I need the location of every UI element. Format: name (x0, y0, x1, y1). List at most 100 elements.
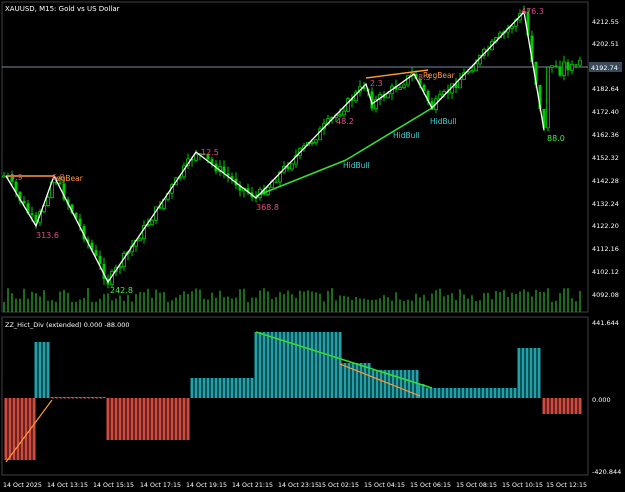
histogram-bar (8, 398, 12, 460)
histogram-bar (274, 332, 278, 398)
histogram-bar (473, 388, 477, 398)
price-tick: 4202.51 (592, 40, 619, 48)
histogram-bar (437, 388, 441, 398)
histogram-bar (162, 398, 166, 440)
chart-background (0, 0, 625, 492)
candle-body (150, 219, 154, 225)
price-tick: 4142.28 (592, 177, 619, 185)
chart-window[interactable]: XAUUSD, M15: Gold vs US Dollar 4212.55 4… (0, 0, 625, 492)
histogram-bar (554, 398, 558, 414)
histogram-bar (477, 388, 481, 398)
histogram-bar (363, 363, 367, 398)
histogram-bar (154, 398, 158, 440)
histogram-bar (330, 332, 334, 398)
histogram-bar (513, 388, 517, 398)
zz-label: 476.3 (521, 7, 544, 16)
zz-label: 88.0 (547, 134, 565, 143)
time-tick: 15 Oct 08:15 (456, 482, 497, 489)
histogram-bar (182, 398, 186, 440)
histogram-bar (246, 378, 250, 398)
time-tick: 14 Oct 21:15 (232, 482, 273, 489)
histogram-bar (266, 332, 270, 398)
price-tick: 4112.16 (592, 245, 619, 253)
time-tick: 15 Oct 12:15 (546, 482, 587, 489)
histogram-bar (126, 398, 130, 440)
histogram-bar (242, 378, 246, 398)
histogram-bar (314, 332, 318, 398)
symbol-title: XAUUSD, M15: Gold vs US Dollar (5, 5, 120, 13)
histogram-bar (461, 388, 465, 398)
histogram-bar (558, 398, 562, 414)
histogram-bar (318, 332, 322, 398)
candle-body (2, 175, 6, 178)
histogram-bar (290, 332, 294, 398)
time-tick: 14 Oct 13:15 (47, 482, 88, 489)
histogram-bar (501, 388, 505, 398)
histogram-bar (578, 398, 582, 414)
histogram-bar (310, 332, 314, 398)
histogram-bar (270, 332, 274, 398)
histogram-bar (130, 398, 134, 440)
histogram-bar (302, 332, 306, 398)
candle-body (570, 63, 574, 71)
histogram-bar (574, 398, 578, 414)
histogram-bar (32, 398, 36, 460)
histogram-bar (525, 348, 529, 398)
histogram-bar (198, 378, 202, 398)
price-tick: 4092.08 (592, 291, 619, 299)
zz-label: 5.9 (10, 173, 23, 182)
histogram-bar (4, 398, 8, 460)
histogram-bar (570, 398, 574, 414)
candle-body (562, 61, 566, 76)
histogram-bar (142, 398, 146, 440)
histogram-bar (371, 370, 375, 398)
candle-body (550, 65, 554, 68)
candle-body (402, 84, 406, 89)
zz-label: 12.5 (201, 148, 219, 157)
histogram-bar (433, 388, 437, 398)
time-tick: 15 Oct 02:15 (318, 482, 359, 489)
candle-body (138, 238, 142, 241)
histogram-bar (234, 378, 238, 398)
histogram-bar (453, 388, 457, 398)
histogram-bar (339, 363, 343, 398)
histogram-bar (20, 398, 24, 460)
histogram-bar (146, 398, 150, 440)
indicator-tick: 0.000 (592, 396, 611, 404)
histogram-bar (298, 332, 302, 398)
histogram-bar (375, 370, 379, 398)
zz-label: 368.8 (256, 203, 279, 212)
histogram-bar (550, 398, 554, 414)
histogram-bar (254, 332, 258, 398)
histogram-bar (457, 388, 461, 398)
candle-body (474, 63, 478, 72)
candle-body (338, 114, 342, 117)
histogram-bar (306, 332, 310, 398)
histogram-bar (114, 398, 118, 440)
time-tick: 15 Oct 10:15 (502, 482, 543, 489)
time-tick: 14 Oct 23:15 (278, 482, 319, 489)
histogram-bar (465, 388, 469, 398)
price-tick: 4182.64 (592, 85, 619, 93)
histogram-bar (403, 370, 407, 398)
histogram-bar (399, 370, 403, 398)
candle-body (194, 153, 198, 161)
histogram-bar (186, 398, 190, 440)
histogram-bar (542, 398, 546, 414)
histogram-bar (190, 378, 194, 398)
histogram-bar (158, 398, 162, 440)
histogram-bar (202, 378, 206, 398)
histogram-bar (16, 398, 20, 460)
histogram-bar (226, 378, 230, 398)
histogram-bar (391, 370, 395, 398)
histogram-bar (429, 388, 433, 398)
histogram-bar (170, 398, 174, 440)
div-label: egBear (56, 174, 84, 183)
current-price-label: 4192.74 (591, 64, 618, 72)
histogram-bar (445, 388, 449, 398)
histogram-bar (425, 388, 429, 398)
histogram-bar (42, 342, 46, 398)
candle-body (314, 139, 318, 143)
histogram-bar (166, 398, 170, 440)
histogram-bar (481, 388, 485, 398)
